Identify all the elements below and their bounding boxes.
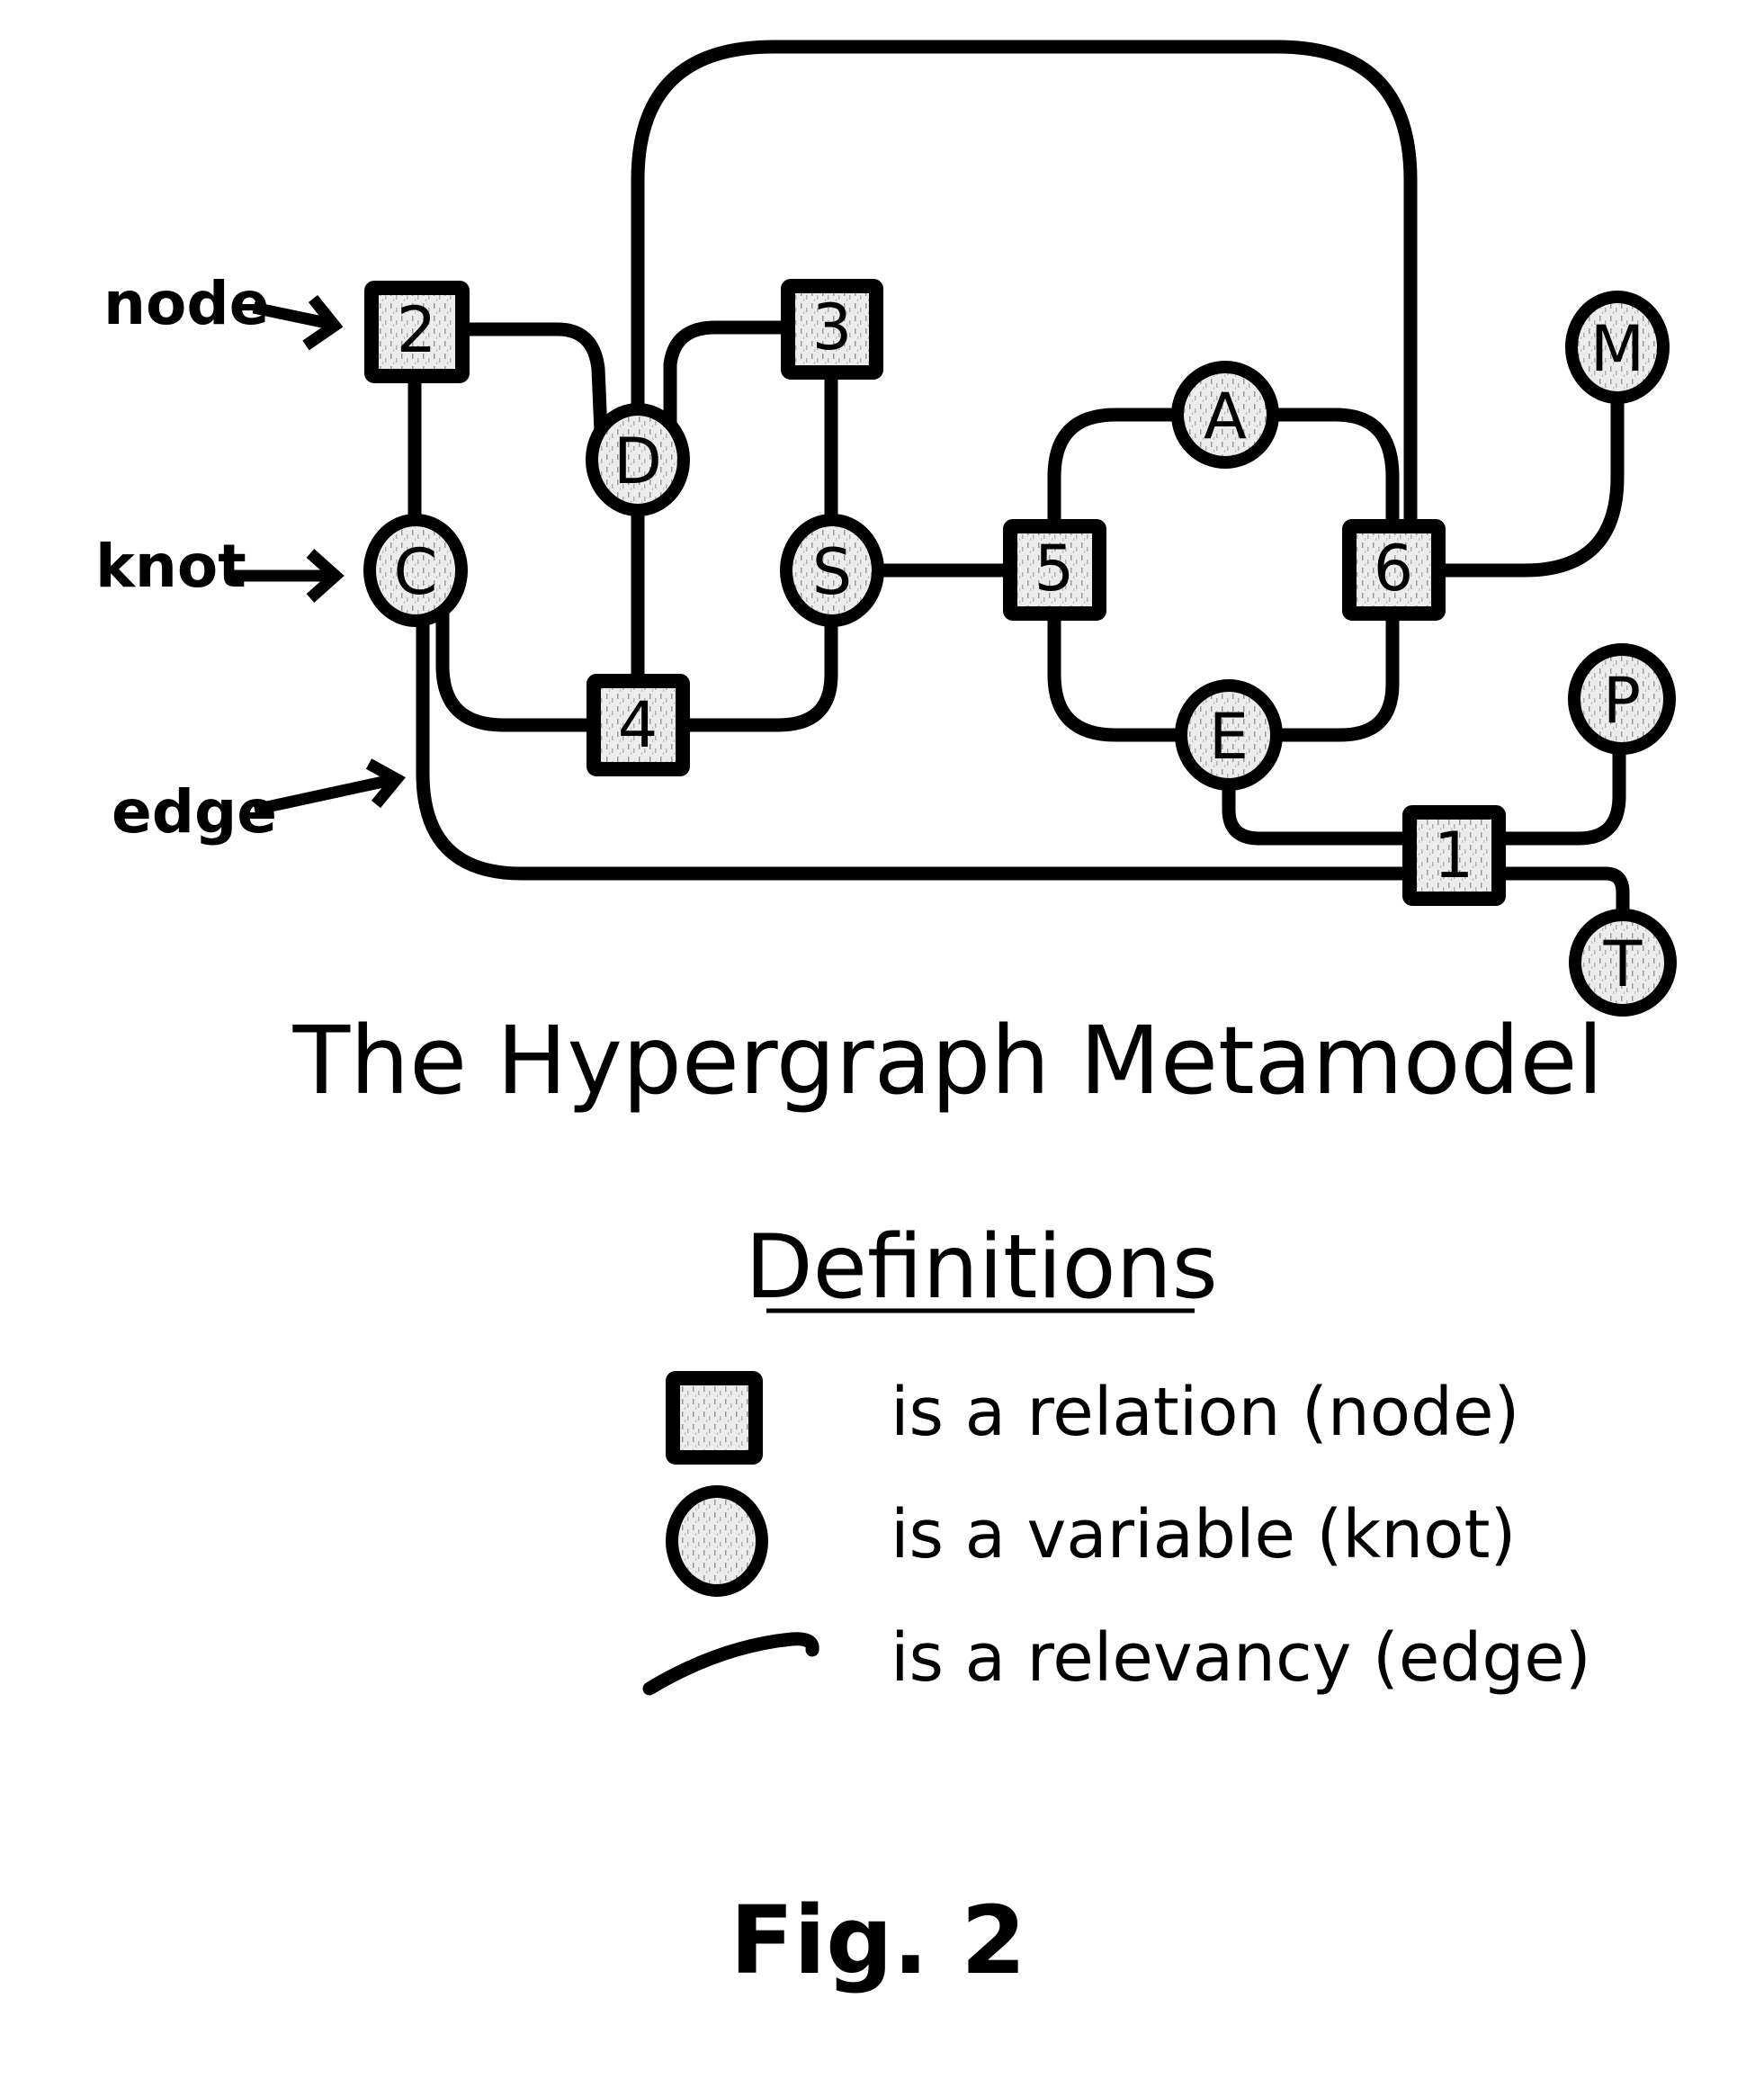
variable-label: C xyxy=(394,535,438,609)
figure-caption: Fig. 2 xyxy=(730,1886,1025,1995)
edge-6-M xyxy=(1430,389,1625,578)
edge-2-D xyxy=(454,322,608,439)
variable-knot-D[interactable]: D xyxy=(586,403,690,516)
variable-knot-M[interactable]: M xyxy=(1565,291,1670,404)
relation-symbol-icon xyxy=(666,1371,763,1465)
variable-knot-S[interactable]: S xyxy=(780,514,884,627)
relation-node-4[interactable]: 4 xyxy=(587,674,690,776)
definitions-heading: Definitions xyxy=(745,1216,1218,1319)
relevancy-symbol-icon xyxy=(642,1632,819,1696)
edge-C-4 xyxy=(435,603,601,732)
variable-label: E xyxy=(1209,700,1249,774)
relation-node-1[interactable]: 1 xyxy=(1402,805,1506,906)
variable-label: S xyxy=(812,535,852,609)
edge-5-E xyxy=(1047,606,1189,742)
relation-node-6[interactable]: 6 xyxy=(1342,519,1446,621)
edge-D-3 xyxy=(663,320,799,430)
variable-knot-P[interactable]: P xyxy=(1568,643,1676,755)
relation-label: 5 xyxy=(1034,532,1075,605)
relations-layer: 2 3 4 5 6 1 xyxy=(364,279,1506,906)
variable-label: T xyxy=(1603,928,1643,1001)
legend-item-relation: is a relation (node) xyxy=(666,1371,1519,1465)
variable-label: D xyxy=(613,425,662,498)
variable-knot-C[interactable]: C xyxy=(363,514,468,627)
pointer-labels: node knot edge xyxy=(95,269,406,847)
edge-A-6 xyxy=(1265,408,1400,534)
relation-node-3[interactable]: 3 xyxy=(781,279,883,380)
legend-text-relation: is a relation (node) xyxy=(891,1374,1519,1451)
edge-E-1 xyxy=(1222,774,1418,846)
legend-item-relevancy: is a relevancy (edge) xyxy=(642,1619,1591,1697)
hypergraph-figure: 2 3 4 5 6 1 D C S A E M P T node knot ed… xyxy=(95,40,1677,1995)
edge-5-A xyxy=(1047,408,1186,533)
variable-knot-T[interactable]: T xyxy=(1569,909,1677,1017)
variable-label: A xyxy=(1204,380,1247,453)
knot-pointer-label: knot xyxy=(95,532,246,601)
figure-title: The Hypergraph Metamodel xyxy=(292,1006,1604,1116)
legend-item-variable: is a variable (knot) xyxy=(666,1485,1516,1597)
relation-node-2[interactable]: 2 xyxy=(364,281,470,383)
relation-label: 6 xyxy=(1374,532,1414,605)
variable-knot-A[interactable]: A xyxy=(1171,361,1279,469)
relation-label: 3 xyxy=(812,291,853,364)
variable-knot-E[interactable]: E xyxy=(1175,679,1283,791)
relation-node-5[interactable]: 5 xyxy=(1003,519,1106,621)
legend-text-variable: is a variable (knot) xyxy=(891,1496,1516,1573)
definitions-legend: Definitions is a relation (node) is a va… xyxy=(642,1216,1591,1697)
relation-label: 2 xyxy=(397,293,437,367)
edge-E-6 xyxy=(1268,606,1400,742)
variable-label: P xyxy=(1603,664,1641,738)
relation-label: 4 xyxy=(618,688,658,762)
node-pointer-label: node xyxy=(103,269,269,338)
legend-text-relevancy: is a relevancy (edge) xyxy=(891,1619,1591,1697)
variable-label: M xyxy=(1590,312,1644,386)
relation-label: 1 xyxy=(1434,819,1474,892)
edge-1-P xyxy=(1490,739,1626,846)
variable-symbol-icon xyxy=(666,1485,768,1597)
edge-1-T xyxy=(1490,866,1630,923)
edge-D-6 xyxy=(631,40,1418,547)
edge-4-S xyxy=(675,609,838,732)
edge-pointer-label: edge xyxy=(112,777,277,847)
